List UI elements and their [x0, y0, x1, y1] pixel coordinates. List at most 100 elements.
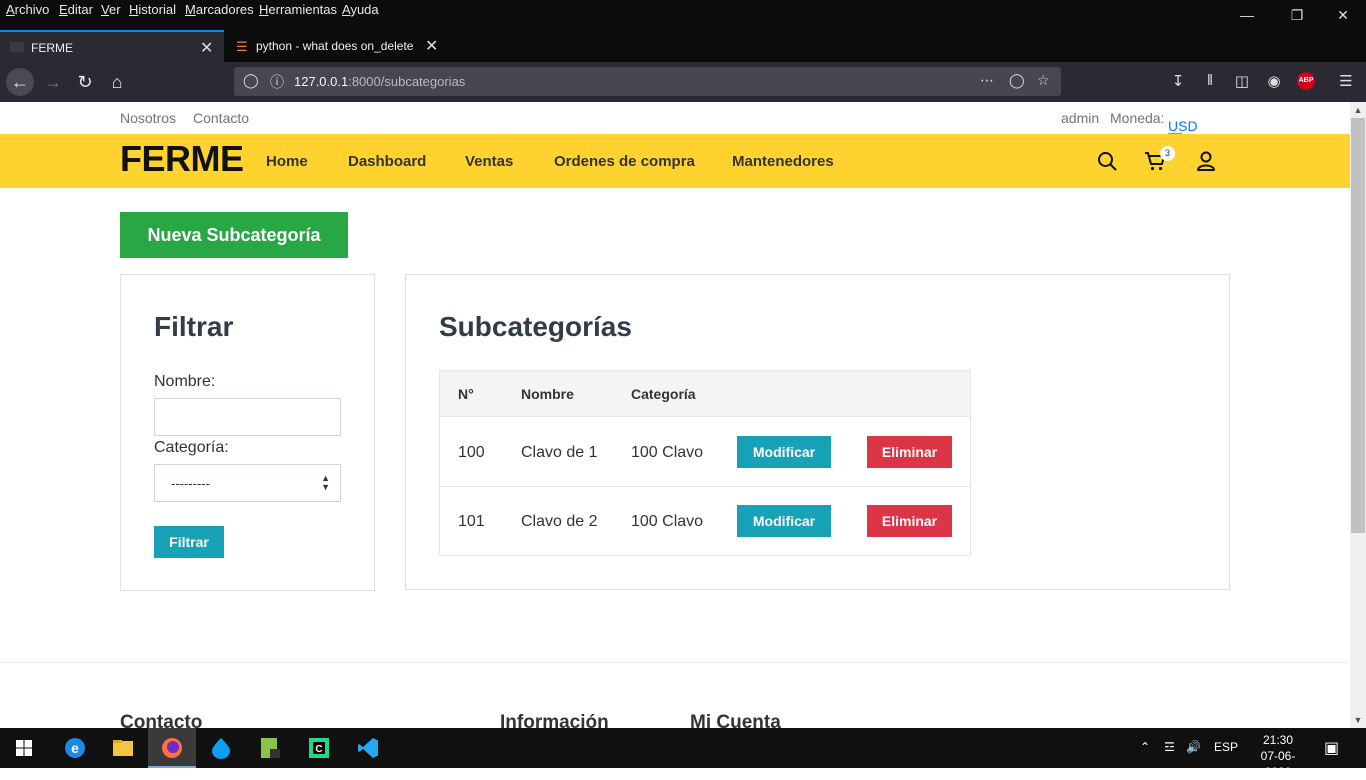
edit-button[interactable]: Modificar — [737, 505, 831, 537]
cell-num: 100 — [458, 444, 485, 461]
footer-divider — [0, 662, 1350, 663]
app-drop-icon — [212, 738, 230, 759]
name-input[interactable] — [154, 398, 341, 436]
menu-ayuda[interactable]: Ayuda — [342, 2, 379, 17]
clock-date: 07-06-2020 — [1260, 749, 1296, 779]
taskbar-pycharm[interactable]: C — [295, 728, 343, 768]
footer-heading-informacion: Información — [500, 712, 609, 728]
cell-name: Clavo de 1 — [521, 444, 598, 461]
language-indicator[interactable]: ESP — [1214, 740, 1238, 754]
user-name[interactable]: admin — [1061, 110, 1099, 126]
cart-count-badge: 3 — [1160, 146, 1175, 161]
volume-icon[interactable]: 🔊 — [1186, 740, 1201, 754]
site-header: FERME Home Dashboard Ventas Ordenes de c… — [0, 134, 1350, 188]
user-icon[interactable] — [1195, 150, 1217, 172]
top-strip: Nosotros Contacto admin Moneda: USD ﹏ — [0, 102, 1350, 136]
scrollbar-thumb[interactable] — [1351, 118, 1365, 533]
table-header: N° Nombre Categoría — [440, 371, 970, 417]
clock-time: 21:30 — [1262, 733, 1294, 747]
start-button[interactable] — [0, 728, 48, 768]
close-window-icon[interactable]: ✕ — [1320, 3, 1366, 27]
nav-home[interactable]: Home — [266, 153, 308, 170]
menu-historial[interactable]: Historial — [129, 2, 176, 17]
subcategories-table: N° Nombre Categoría 100 Clavo de 1 100 C… — [439, 370, 971, 556]
url-text[interactable]: 127.0.0.1:8000/subcategorias — [294, 74, 465, 89]
pocket-icon[interactable]: ◯ — [1009, 72, 1025, 89]
url-bar[interactable]: ◯ ⓘ 127.0.0.1:8000/subcategorias ⋯ ◯ ☆ — [234, 67, 1061, 96]
tab-label: python - what does on_delete d — [256, 39, 416, 53]
menu-archivo[interactable]: Archivo — [6, 2, 49, 17]
link-contacto[interactable]: Contacto — [193, 110, 249, 126]
url-path: :8000/subcategorias — [348, 74, 466, 89]
home-icon[interactable]: ⌂ — [103, 68, 131, 96]
bookmark-star-icon[interactable]: ☆ — [1037, 72, 1050, 89]
minimize-icon[interactable]: — — [1224, 3, 1270, 27]
brand-logo[interactable]: FERME — [120, 138, 244, 180]
vscode-icon — [358, 738, 378, 758]
page-icon — [10, 42, 24, 52]
adblock-icon[interactable]: ABP — [1297, 72, 1315, 90]
folder-icon — [113, 740, 133, 756]
menu-marcadores[interactable]: Marcadores — [185, 2, 254, 17]
new-subcategory-button[interactable]: Nueva Subcategoría — [120, 212, 348, 258]
shield-icon[interactable]: ◯ — [243, 72, 259, 89]
nav-dashboard[interactable]: Dashboard — [348, 153, 426, 170]
notepad-icon — [261, 738, 280, 758]
category-select[interactable]: --------- ▲ ▼ — [154, 464, 341, 502]
sidebar-icon[interactable]: ◫ — [1232, 72, 1252, 90]
col-num: N° — [458, 386, 474, 402]
nav-mantenedores[interactable]: Mantenedores — [732, 153, 834, 170]
cell-category: 100 Clavo — [631, 444, 704, 461]
taskbar-firefox[interactable] — [148, 728, 196, 768]
category-select-value: --------- — [171, 476, 210, 491]
nav-ventas[interactable]: Ventas — [465, 153, 513, 170]
currency-label: Moneda: — [1110, 110, 1165, 126]
nav-ordenes[interactable]: Ordenes de compra — [554, 153, 695, 170]
forward-arrow-icon[interactable]: → — [39, 68, 67, 96]
reload-icon[interactable]: ↻ — [71, 68, 99, 96]
taskbar-app-blue[interactable] — [197, 728, 245, 768]
delete-button[interactable]: Eliminar — [867, 436, 952, 468]
scroll-up-icon[interactable]: ▲ — [1350, 102, 1366, 118]
taskbar-explorer[interactable] — [99, 728, 147, 768]
col-name: Nombre — [521, 386, 574, 402]
edge-icon: e — [65, 738, 85, 758]
col-category: Categoría — [631, 386, 696, 402]
taskbar: e C ⌃ ☲ 🔊 ESP 21:30 07-06-2020 ▣ — [0, 728, 1366, 779]
table-row: 100 Clavo de 1 100 Clavo Modificar Elimi… — [440, 418, 970, 487]
taskbar-vscode[interactable] — [344, 728, 392, 768]
scroll-down-icon[interactable]: ▼ — [1350, 712, 1366, 728]
close-tab-icon[interactable]: ✕ — [425, 36, 438, 56]
delete-button[interactable]: Eliminar — [867, 505, 952, 537]
account-icon[interactable]: ◉ — [1264, 72, 1284, 90]
notifications-icon[interactable]: ▣ — [1324, 738, 1339, 758]
filter-card: Filtrar Nombre: Categoría: --------- ▲ ▼ … — [120, 274, 375, 591]
menu-ver[interactable]: Ver — [101, 2, 121, 17]
download-icon[interactable]: ↧ — [1168, 72, 1188, 90]
taskbar-edge[interactable]: e — [51, 728, 99, 768]
clock[interactable]: 21:30 07-06-2020 — [1248, 732, 1308, 780]
back-arrow-icon[interactable]: ← — [6, 68, 34, 96]
taskbar-notepadpp[interactable] — [246, 728, 294, 768]
pycharm-icon: C — [309, 738, 329, 758]
link-nosotros[interactable]: Nosotros — [120, 110, 176, 126]
more-actions-icon[interactable]: ⋯ — [980, 72, 994, 89]
tab-python[interactable]: ☰ python - what does on_delete d ✕ — [226, 30, 446, 62]
search-icon[interactable] — [1096, 150, 1118, 172]
menu-herramientas[interactable]: Herramientas — [259, 2, 337, 17]
restore-icon[interactable]: ❐ — [1274, 3, 1320, 27]
wifi-icon[interactable]: ☲ — [1164, 740, 1175, 754]
close-tab-icon[interactable]: ✕ — [200, 38, 213, 58]
hamburger-menu-icon[interactable]: ☰ — [1336, 72, 1356, 90]
library-icon[interactable]: ‖ — [1200, 72, 1220, 89]
table-row: 101 Clavo de 2 100 Clavo Modificar Elimi… — [440, 487, 970, 556]
tray-expand-icon[interactable]: ⌃ — [1140, 740, 1150, 754]
edit-button[interactable]: Modificar — [737, 436, 831, 468]
page-viewport: Nosotros Contacto admin Moneda: USD ﹏ FE… — [0, 102, 1350, 728]
filter-button[interactable]: Filtrar — [154, 526, 224, 558]
tab-label: FERME — [31, 41, 73, 55]
menu-editar[interactable]: Editar — [59, 2, 93, 17]
tab-ferme[interactable]: FERME ✕ — [0, 30, 224, 62]
url-host: 127.0.0.1 — [294, 74, 349, 89]
info-icon[interactable]: ⓘ — [270, 72, 284, 92]
